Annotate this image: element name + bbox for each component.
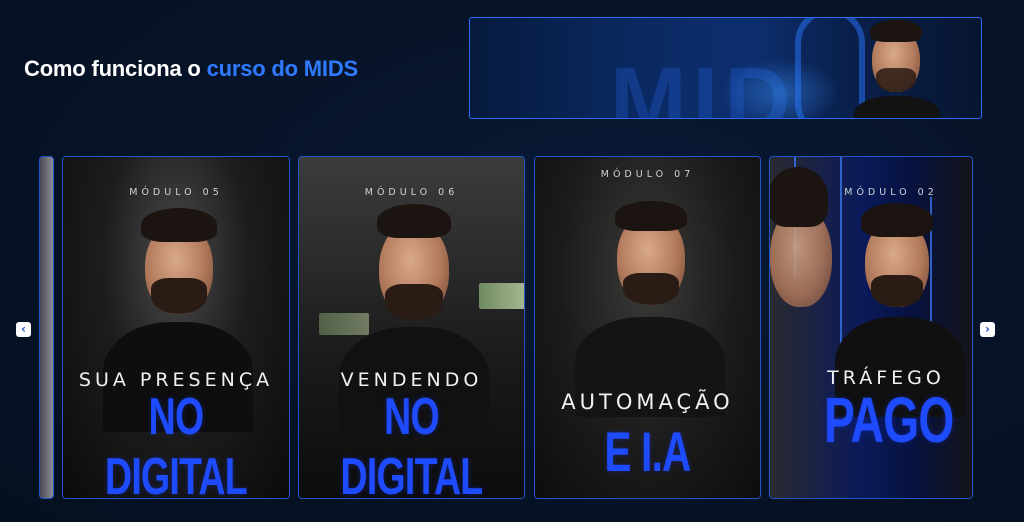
module-card[interactable]: MÓDULO 02 TRÁFEGO PAGO xyxy=(769,156,973,499)
section-title: Como funciona o curso do MIDS xyxy=(24,56,358,82)
module-card[interactable]: MÓDULO 06 VENDENDO NO DIGITAL xyxy=(298,156,525,499)
carousel-prev-button[interactable]: ‹ xyxy=(16,322,31,337)
chevron-left-icon: ‹ xyxy=(21,322,26,336)
module-subtitle: AUTOMAÇÃO xyxy=(561,390,734,414)
module-label: MÓDULO 02 xyxy=(844,187,938,198)
module-title: E I.A xyxy=(604,420,691,483)
module-label: MÓDULO 05 xyxy=(129,187,223,198)
course-banner[interactable]: MID xyxy=(469,17,982,119)
module-card[interactable]: MÓDULO 05 SUA PRESENÇA NO DIGITAL xyxy=(62,156,290,499)
module-label: MÓDULO 06 xyxy=(364,187,459,198)
module-card-photo xyxy=(575,187,725,417)
module-card-partial[interactable] xyxy=(39,156,54,499)
carousel-next-button[interactable]: › xyxy=(980,322,995,337)
module-title: PAGO xyxy=(824,384,954,456)
module-title: NO DIGITAL xyxy=(340,388,484,499)
chevron-right-icon: › xyxy=(985,322,990,336)
section-title-accent: curso do MIDS xyxy=(206,56,359,81)
page: Como funciona o curso do MIDS MID MÓDULO… xyxy=(0,0,1024,522)
module-card[interactable]: MÓDULO 07 AUTOMAÇÃO E I.A xyxy=(534,156,761,499)
module-label: MÓDULO 07 xyxy=(600,169,695,180)
module-carousel: MÓDULO 05 SUA PRESENÇA NO DIGITAL MÓDULO… xyxy=(0,150,1024,510)
section-title-prefix: Como funciona o xyxy=(24,56,207,81)
module-title: NO DIGITAL xyxy=(105,388,248,499)
banner-presenter-photo xyxy=(846,18,946,118)
